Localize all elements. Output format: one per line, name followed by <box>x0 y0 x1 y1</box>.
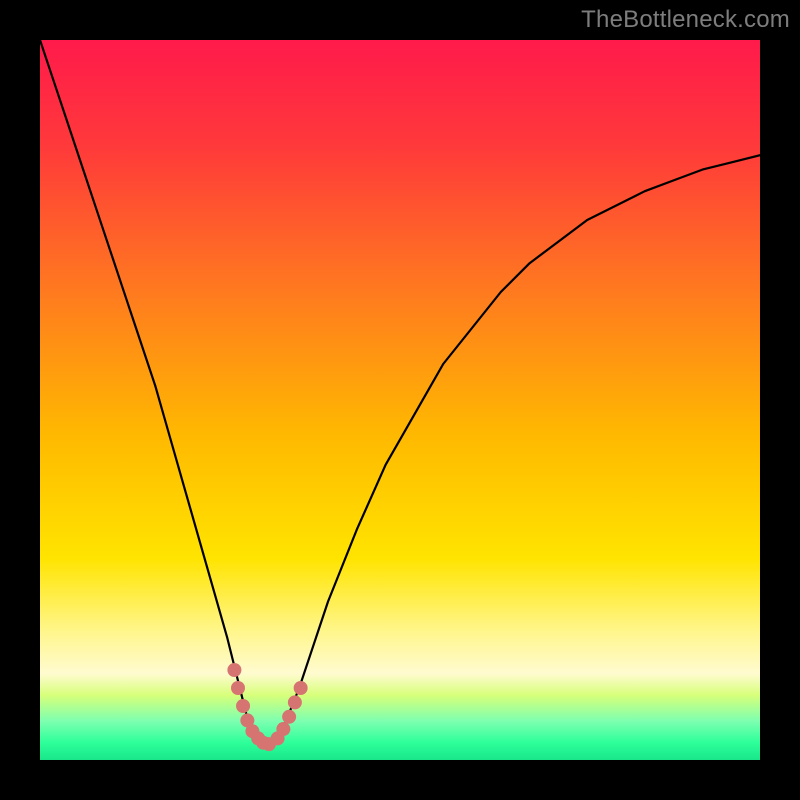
plot-area <box>40 40 760 760</box>
marker-dot <box>276 722 290 736</box>
marker-dot <box>227 663 241 677</box>
green-band <box>40 674 760 760</box>
marker-dot <box>236 699 250 713</box>
watermark-text: TheBottleneck.com <box>581 6 790 34</box>
chart-frame: TheBottleneck.com <box>0 0 800 800</box>
marker-dot <box>294 681 308 695</box>
chart-svg <box>40 40 760 760</box>
marker-dot <box>288 695 302 709</box>
gradient-background <box>40 40 760 760</box>
marker-dot <box>282 710 296 724</box>
marker-dot <box>231 681 245 695</box>
